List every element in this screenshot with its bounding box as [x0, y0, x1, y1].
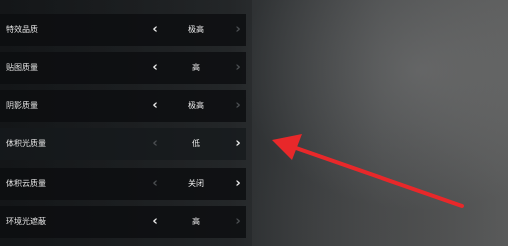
chevron-left-icon[interactable]: ‹ — [148, 90, 162, 122]
setting-value: 关闭 — [188, 179, 204, 188]
setting-label: 体积云质量 — [6, 179, 46, 188]
chevron-left-icon[interactable]: ‹ — [148, 52, 162, 84]
chevron-right-icon[interactable]: › — [231, 90, 245, 122]
chevron-right-icon[interactable]: › — [231, 168, 245, 200]
arrow-shaft — [294, 146, 464, 208]
setting-row-volumetric-light-quality: 体积光质量 ‹ 低 › — [0, 128, 246, 160]
chevron-right-icon[interactable]: › — [231, 206, 245, 238]
chevron-right-icon[interactable]: › — [231, 128, 245, 160]
setting-value: 极高 — [188, 25, 204, 34]
arrow-head — [272, 134, 302, 160]
setting-row-volumetric-cloud-quality: 体积云质量 ‹ 关闭 › — [0, 168, 246, 200]
chevron-left-icon[interactable]: ‹ — [148, 14, 162, 46]
chevron-right-icon[interactable]: › — [231, 14, 245, 46]
chevron-left-icon[interactable]: ‹ — [148, 128, 162, 160]
setting-row-texture-quality: 贴图质量 ‹ 高 › — [0, 52, 246, 84]
chevron-right-icon[interactable]: › — [231, 52, 245, 84]
setting-value: 极高 — [188, 101, 204, 110]
setting-row-effects-quality: 特效品质 ‹ 极高 › — [0, 14, 246, 46]
setting-value: 高 — [192, 217, 200, 226]
chevron-left-icon[interactable]: ‹ — [148, 168, 162, 200]
setting-label: 贴图质量 — [6, 63, 38, 72]
setting-label: 阴影质量 — [6, 101, 38, 110]
setting-value: 高 — [192, 63, 200, 72]
setting-label: 环境光遮蔽 — [6, 217, 46, 226]
graphics-settings-panel: 特效品质 ‹ 极高 › 贴图质量 ‹ 高 › 阴影质量 ‹ 极高 › 体积光质量… — [0, 0, 252, 246]
chevron-left-icon[interactable]: ‹ — [148, 206, 162, 238]
setting-value: 低 — [192, 139, 200, 148]
setting-label: 特效品质 — [6, 25, 38, 34]
setting-row-ambient-occlusion: 环境光遮蔽 ‹ 高 › — [0, 206, 246, 238]
setting-label: 体积光质量 — [6, 139, 46, 148]
setting-row-shadow-quality: 阴影质量 ‹ 极高 › — [0, 90, 246, 122]
